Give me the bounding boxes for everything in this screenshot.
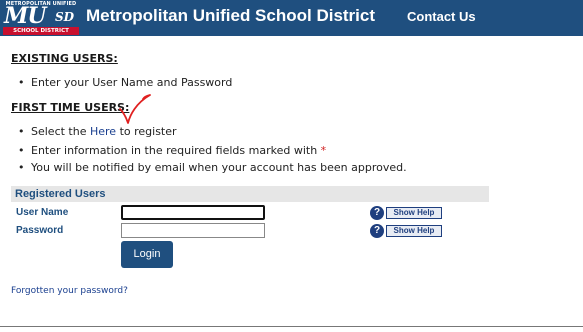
required-fields-text: Enter information in the required fields… <box>31 144 321 157</box>
password-help-icon[interactable]: ? <box>370 224 384 238</box>
panel-header: Registered Users <box>11 186 489 202</box>
forgot-password-link[interactable]: Forgotten your password? <box>11 286 128 296</box>
notification-instruction: You will be notified by email when your … <box>18 161 407 174</box>
existing-users-heading: EXISTING USERS: <box>11 52 118 65</box>
site-title: Metropolitan Unified School District <box>86 6 376 25</box>
required-asterisk: * <box>320 144 327 157</box>
password-show-help-button[interactable]: Show Help <box>386 225 442 237</box>
logo-mark: MU <box>4 3 47 29</box>
site-header: METROPOLITAN UNIFIED MU SD SCHOOL DISTRI… <box>0 0 583 36</box>
register-here-link[interactable]: Here <box>90 125 116 138</box>
register-prefix: Select the <box>31 125 90 138</box>
first-time-users-heading: FIRST TIME USERS: <box>11 101 130 114</box>
logo-mark-suffix: SD <box>55 10 75 24</box>
contact-us-link[interactable]: Contact Us <box>407 9 476 24</box>
login-button[interactable]: Login <box>121 241 173 268</box>
footer-divider <box>0 326 583 327</box>
district-logo[interactable]: METROPOLITAN UNIFIED MU SD SCHOOL DISTRI… <box>3 1 79 35</box>
required-fields-instruction: Enter information in the required fields… <box>18 144 327 157</box>
register-instruction: Select the Here to register <box>18 125 177 138</box>
username-show-help-button[interactable]: Show Help <box>386 207 442 219</box>
username-help-icon[interactable]: ? <box>370 206 384 220</box>
password-label: Password <box>16 225 64 236</box>
username-label: User Name <box>16 207 69 218</box>
password-input[interactable] <box>121 223 265 238</box>
username-input[interactable] <box>121 205 265 220</box>
existing-users-instruction: Enter your User Name and Password <box>18 76 232 89</box>
logo-bottom-text: SCHOOL DISTRICT <box>3 27 79 35</box>
red-checkmark-icon <box>119 94 151 124</box>
panel-title: Registered Users <box>15 188 106 200</box>
